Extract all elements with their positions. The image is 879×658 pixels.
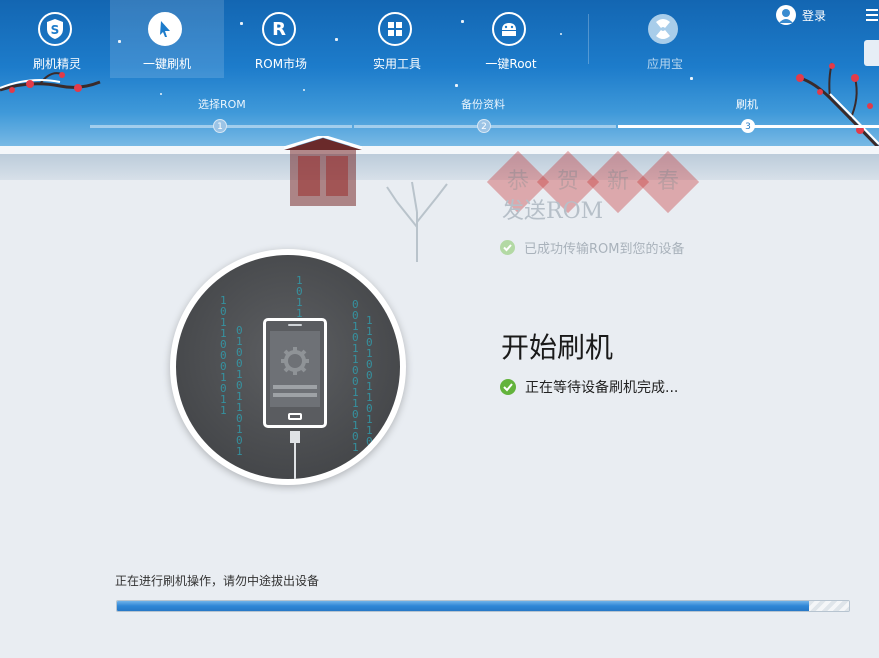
step-dot-1: 1 bbox=[213, 119, 227, 133]
nav-item-yingyongbao[interactable]: 应用宝 bbox=[608, 0, 722, 78]
android-root-icon bbox=[492, 12, 526, 46]
step-label-backup: 备份资料 bbox=[461, 98, 505, 111]
check-icon bbox=[500, 379, 516, 395]
login-button[interactable]: 登录 bbox=[776, 5, 826, 25]
gate-icon bbox=[284, 136, 362, 206]
svg-text:S: S bbox=[51, 23, 60, 37]
check-icon bbox=[500, 240, 515, 255]
step-label-flash: 刷机 bbox=[736, 98, 758, 111]
top-navigation-bar: S 刷机精灵 一键刷机 R ROM市场 实用工具 一键Root 应用宝 登录 选… bbox=[0, 0, 879, 150]
rom-r-icon: R bbox=[262, 12, 296, 46]
side-collapse-tab[interactable] bbox=[864, 40, 879, 66]
step-dot-2: 2 bbox=[477, 119, 491, 133]
flash-status: 正在等待设备刷机完成... bbox=[500, 377, 678, 397]
menu-icon[interactable] bbox=[866, 9, 878, 24]
nav-item-label: 实用工具 bbox=[372, 57, 421, 71]
qq-user-icon bbox=[776, 5, 796, 25]
usb-cable bbox=[294, 443, 296, 479]
flashing-phone-illustration: 10110001011 010010110101 1011001 0010110… bbox=[170, 249, 406, 485]
login-label: 登录 bbox=[802, 8, 827, 23]
usb-connector-icon bbox=[290, 431, 300, 443]
nav-item-label: 刷机精灵 bbox=[32, 57, 81, 71]
shield-s-icon: S bbox=[38, 12, 72, 46]
snow-decoration bbox=[160, 93, 162, 95]
nav-item-one-click-flash[interactable]: 一键刷机 bbox=[110, 0, 224, 78]
flash-progress-fill bbox=[117, 601, 813, 611]
spring-banner-tile: 春 bbox=[636, 150, 700, 214]
snow-decoration bbox=[303, 89, 305, 91]
flash-progress-stripe bbox=[809, 601, 849, 611]
gear-icon bbox=[281, 347, 309, 375]
flash-status-text: 正在等待设备刷机完成... bbox=[525, 380, 679, 396]
tools-grid-icon bbox=[378, 12, 412, 46]
snow-decoration bbox=[455, 84, 458, 87]
tree-decoration-icon bbox=[386, 181, 448, 262]
nav-item-label: ROM市场 bbox=[254, 57, 308, 71]
yingyongbao-icon bbox=[646, 12, 680, 46]
nav-divider bbox=[588, 14, 589, 64]
nav-item-label: 一键Root bbox=[485, 57, 537, 71]
faded-step-status: 已成功传输ROM到您的设备 bbox=[500, 238, 684, 257]
plum-branch-right-icon bbox=[796, 62, 879, 150]
nav-item-label: 一键刷机 bbox=[142, 57, 191, 71]
nav-item-flash-genius[interactable]: S 刷机精灵 bbox=[0, 0, 114, 78]
nav-item-label: 应用宝 bbox=[646, 57, 683, 71]
wall-snow-cap bbox=[0, 146, 879, 154]
binary-stream-decoration: 110100110110 bbox=[366, 314, 373, 448]
binary-stream-decoration: 010010110101 bbox=[236, 324, 243, 458]
cursor-icon bbox=[148, 12, 182, 46]
step-label-select-rom: 选择ROM bbox=[198, 98, 246, 111]
binary-stream-decoration: 10110001011 bbox=[220, 294, 227, 417]
flash-progress-bar bbox=[116, 600, 850, 612]
faded-step-title: 发送ROM bbox=[502, 199, 604, 224]
nav-item-tools[interactable]: 实用工具 bbox=[340, 0, 454, 78]
binary-stream-decoration: 00101100110101 bbox=[352, 298, 359, 454]
nav-item-one-click-root[interactable]: 一键Root bbox=[454, 0, 568, 78]
flash-warning-text: 正在进行刷机操作，请勿中途拔出设备 bbox=[115, 574, 320, 588]
phone-icon bbox=[263, 318, 327, 428]
nav-item-rom-market[interactable]: R ROM市场 bbox=[224, 0, 338, 78]
step-dot-3: 3 bbox=[741, 119, 755, 133]
page-title: 开始刷机 bbox=[501, 331, 614, 364]
